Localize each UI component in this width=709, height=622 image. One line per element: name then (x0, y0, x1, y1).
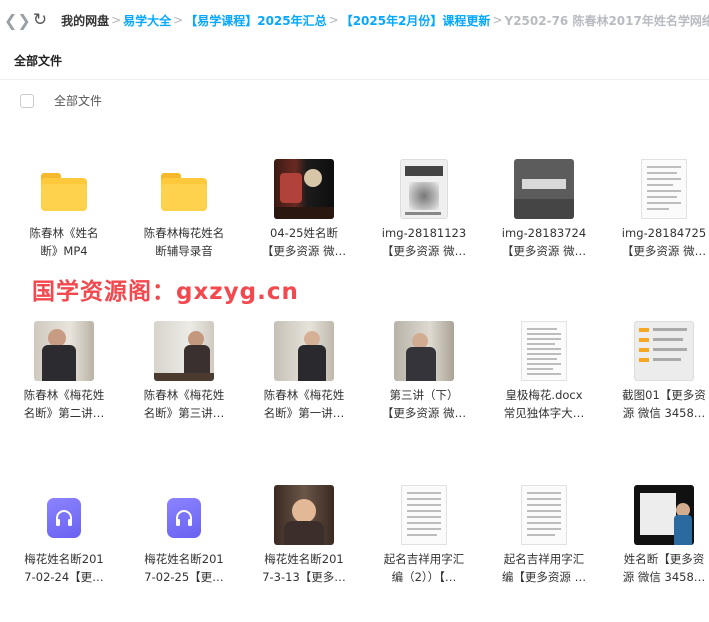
file-item[interactable]: 梅花姓名断201 7-02-25【更… (132, 484, 236, 586)
image-thumbnail-icon (514, 159, 574, 219)
file-name: 陈春林《梅花姓 名断》第一讲… (263, 388, 345, 420)
video-thumbnail-icon (274, 159, 334, 219)
watermark-text: 国学资源阁：gxzyg.cn (32, 279, 299, 305)
file-item[interactable]: 姓名断【更多资源 微信 3458… (612, 484, 709, 586)
file-item[interactable]: 起名吉祥用字汇 编【更多资源 … (492, 484, 596, 586)
file-name: 皇极梅花.docx 常见独体字大… (503, 388, 585, 420)
file-item[interactable]: 皇极梅花.docx 常见独体字大… (492, 320, 596, 422)
document-thumbnail-icon (521, 321, 567, 381)
video-thumbnail-icon (34, 321, 94, 381)
file-item[interactable]: 梅花姓名断201 7-02-24【更… (12, 484, 116, 586)
file-name: 梅花姓名断201 7-02-25【更… (144, 552, 224, 584)
file-name: 起名吉祥用字汇 编（2））【… (383, 552, 465, 584)
file-item[interactable]: img-28183724 【更多资源 微… (492, 158, 596, 260)
file-name: 梅花姓名断201 7-3-13【更多… (262, 552, 346, 584)
video-thumbnail-icon (634, 485, 694, 545)
file-name: 起名吉祥用字汇 编【更多资源 … (501, 552, 587, 584)
file-item[interactable]: img-28181123 【更多资源 微… (372, 158, 476, 260)
file-name: 陈春林《梅花姓 名断》第三讲… (143, 388, 225, 420)
video-thumbnail-icon (154, 321, 214, 381)
file-name: img-28181123 【更多资源 微… (381, 226, 467, 258)
file-name: 陈春林《姓名 断》MP4 (29, 226, 99, 258)
file-name: 第三讲（下） 【更多资源 微… (381, 388, 467, 420)
file-name: 陈春林梅花姓名 断辅导录音 (143, 226, 225, 258)
file-name: 梅花姓名断201 7-02-24【更… (24, 552, 104, 584)
document-thumbnail-icon (521, 485, 567, 545)
document-thumbnail-icon (401, 485, 447, 545)
image-thumbnail-icon (641, 159, 687, 219)
image-thumbnail-icon (634, 321, 694, 381)
file-item[interactable]: 04-25姓名断 【更多资源 微… (252, 158, 356, 260)
file-name: 姓名断【更多资源 微信 3458… (622, 552, 706, 584)
file-item[interactable]: 陈春林《姓名 断》MP4 (12, 158, 116, 260)
file-name: 截图01【更多资源 微信 3458… (622, 388, 706, 420)
audio-headphones-icon (47, 498, 81, 538)
file-name: img-28184725 【更多资源 微… (621, 226, 707, 258)
audio-headphones-icon (167, 498, 201, 538)
video-thumbnail-icon (274, 321, 334, 381)
file-name: 陈春林《梅花姓 名断》第二讲… (23, 388, 105, 420)
file-item[interactable]: 起名吉祥用字汇 编（2））【… (372, 484, 476, 586)
file-name: img-28183724 【更多资源 微… (501, 226, 587, 258)
video-thumbnail-icon (394, 321, 454, 381)
file-item[interactable]: 陈春林《梅花姓 名断》第一讲… (252, 320, 356, 422)
file-item[interactable]: 陈春林《梅花姓 名断》第二讲… (12, 320, 116, 422)
folder-icon (41, 173, 87, 211)
file-item[interactable]: 截图01【更多资源 微信 3458… (612, 320, 709, 422)
folder-icon (161, 173, 207, 211)
video-thumbnail-icon (274, 485, 334, 545)
file-item[interactable]: 陈春林梅花姓名 断辅导录音 (132, 158, 236, 260)
image-thumbnail-icon (400, 159, 448, 219)
file-item[interactable]: 第三讲（下） 【更多资源 微… (372, 320, 476, 422)
file-item[interactable]: 梅花姓名断201 7-3-13【更多… (252, 484, 356, 586)
file-name: 04-25姓名断 【更多资源 微… (261, 226, 347, 258)
file-item[interactable]: 陈春林《梅花姓 名断》第三讲… (132, 320, 236, 422)
file-item[interactable]: img-28184725 【更多资源 微… (612, 158, 709, 260)
file-grid: 陈春林《姓名 断》MP4 陈春林梅花姓名 断辅导录音 04-25姓名断 【更多资源 微… (0, 0, 709, 622)
